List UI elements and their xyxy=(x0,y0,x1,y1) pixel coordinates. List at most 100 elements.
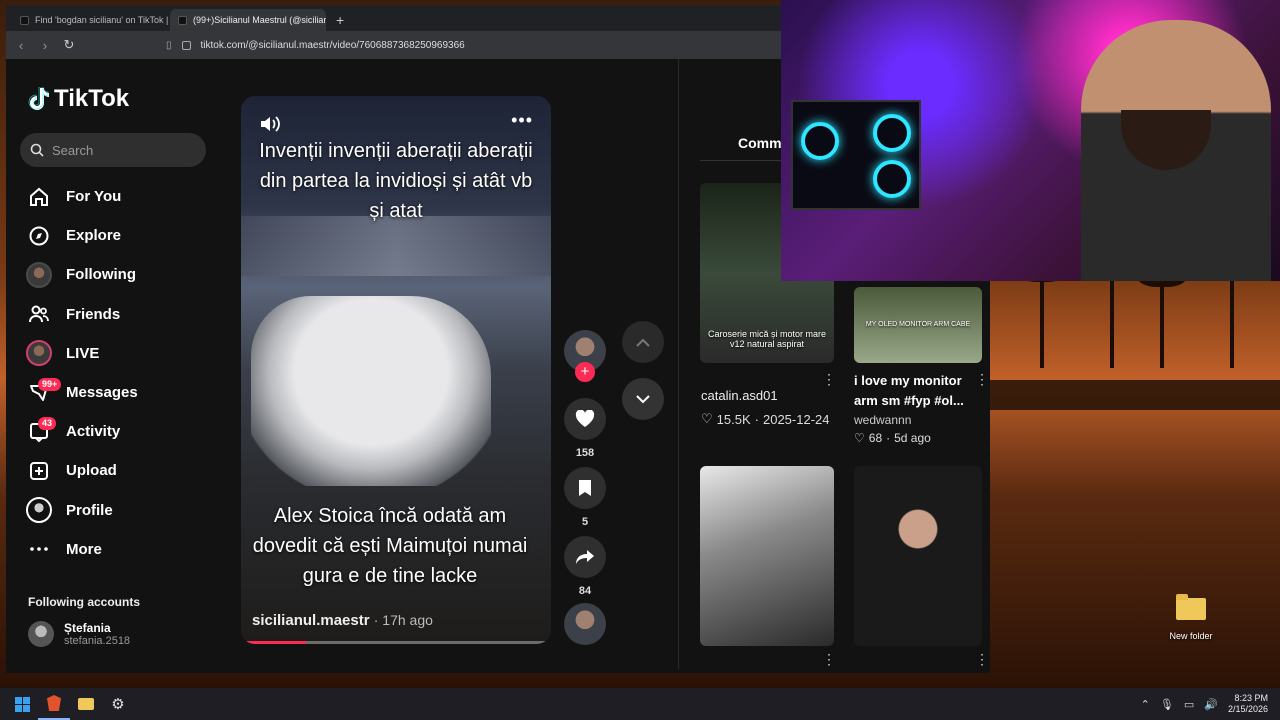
chevron-up-icon[interactable]: ⌃ xyxy=(1141,698,1150,711)
following-accounts-header: Following accounts xyxy=(28,595,141,609)
card-likes: 68 xyxy=(868,431,883,445)
pc-fan xyxy=(873,114,911,152)
desktop-new-folder[interactable]: New folder xyxy=(1164,594,1218,644)
nav-messages[interactable]: 99+ Messages xyxy=(24,373,224,412)
card-more-icon[interactable]: ⋮ xyxy=(822,651,836,668)
sound-avatar[interactable] xyxy=(564,603,606,645)
palm-tree xyxy=(1138,265,1186,368)
bookmark-icon[interactable]: ▯ xyxy=(166,40,172,51)
thumb-text: MY OLED MONITOR ARM CABE xyxy=(865,321,971,328)
card-separator: · xyxy=(886,431,891,445)
chevron-up-icon xyxy=(636,338,650,347)
taskbar: ⚙ ⌃ 🎙 ▭ 🔊 8:23 PM 2/15/2026 xyxy=(0,688,1280,720)
reload-button[interactable]: ↻ xyxy=(62,37,76,53)
related-video-thumb[interactable]: MY OLED MONITOR ARM CABE xyxy=(854,287,982,363)
tab-title: (99+)Sicilianul Maestrul (@siciliar xyxy=(193,15,326,25)
messages-badge: 99+ xyxy=(38,377,62,391)
video-progress[interactable] xyxy=(241,641,551,644)
back-button[interactable]: ‹ xyxy=(14,38,28,53)
thumb-text: Caroserie mică și motor mare v12 natural… xyxy=(707,329,827,349)
related-video-thumb[interactable] xyxy=(700,466,834,646)
pc-fan xyxy=(873,160,911,198)
messages-icon: 99+ xyxy=(26,377,62,406)
share-count: 84 xyxy=(578,585,592,597)
card-more-icon[interactable]: ⋮ xyxy=(975,651,989,668)
brave-icon xyxy=(47,695,61,711)
settings-taskbar-icon[interactable]: ⚙ xyxy=(102,688,134,720)
speaker-icon[interactable]: 🔊 xyxy=(1204,698,1218,711)
file-explorer-taskbar-icon[interactable] xyxy=(70,688,102,720)
webcam-overlay xyxy=(781,0,1280,281)
gear-icon: ⚙ xyxy=(111,696,125,713)
address-bar[interactable]: ▯ tiktok.com/@sicilianul.maestr/video/76… xyxy=(166,40,864,51)
share-arrow-icon xyxy=(576,550,594,564)
nav-label: Explore xyxy=(66,227,122,245)
search-bar[interactable] xyxy=(20,133,206,167)
card-title[interactable]: i love my monitor arm sm #fyp #ol... xyxy=(854,371,972,411)
search-input[interactable] xyxy=(52,142,202,158)
clock[interactable]: 8:23 PM 2/15/2026 xyxy=(1228,693,1268,715)
nav-label: Activity xyxy=(66,423,121,441)
author-name: sicilianul.maestr xyxy=(252,612,370,629)
nav-more[interactable]: More xyxy=(24,530,224,569)
tiktok-logo[interactable]: TikTok xyxy=(28,85,129,113)
browser-tab-active[interactable]: (99+)Sicilianul Maestrul (@siciliar × xyxy=(170,9,326,31)
nav-label: Messages xyxy=(66,384,138,402)
network-icon[interactable]: ▭ xyxy=(1184,698,1194,711)
tab-title: Find 'bogdan sicilianu' on TikTok | Tik xyxy=(35,15,168,25)
share-button[interactable] xyxy=(564,536,606,578)
nav-upload[interactable]: Upload xyxy=(24,451,224,490)
video-player[interactable]: ••• Invenții invenții aberații aberații … xyxy=(241,96,551,644)
following-account-item[interactable]: Ștefania stefania.2518 xyxy=(28,621,130,647)
nav-following[interactable]: Following xyxy=(24,255,224,294)
related-video-thumb[interactable] xyxy=(854,466,982,646)
card-author[interactable]: wedwannn xyxy=(854,413,911,427)
heart-outline-icon: ♡ xyxy=(854,431,865,445)
folder-icon xyxy=(1176,594,1206,620)
nav-activity[interactable]: 43 Activity xyxy=(24,412,224,451)
heart-icon xyxy=(575,410,595,427)
nav-label: Friends xyxy=(66,305,121,323)
heart-outline-icon: ♡ xyxy=(701,411,713,426)
nav-for-you[interactable]: For You xyxy=(24,177,224,216)
clock-date: 2/15/2026 xyxy=(1227,704,1268,714)
site-info-icon[interactable] xyxy=(181,40,191,50)
upload-icon xyxy=(26,458,52,484)
next-video-button[interactable] xyxy=(622,378,664,420)
microphone-icon[interactable]: 🎙 xyxy=(1160,698,1174,711)
card-more-icon[interactable]: ⋮ xyxy=(975,371,989,388)
windows-icon xyxy=(14,696,30,712)
video-author[interactable]: sicilianul.maestr · 17h ago xyxy=(252,612,433,629)
friends-icon xyxy=(26,301,52,327)
forward-button[interactable]: › xyxy=(38,38,52,53)
brave-taskbar-icon[interactable] xyxy=(38,688,70,720)
nav-profile[interactable]: Profile xyxy=(24,491,224,530)
desktop-icon-label: New folder xyxy=(1169,631,1213,641)
previous-video-button[interactable] xyxy=(622,321,664,363)
nav-label: More xyxy=(66,540,102,558)
nav-label: Upload xyxy=(66,462,117,480)
activity-badge: 43 xyxy=(38,416,57,430)
new-tab-button[interactable]: + xyxy=(328,12,352,31)
nav-friends[interactable]: Friends xyxy=(24,295,224,334)
card-separator: · xyxy=(754,411,759,427)
url-text: tiktok.com/@sicilianul.maestr/video/7606… xyxy=(200,39,465,51)
chevron-down-icon xyxy=(636,395,650,404)
nav-explore[interactable]: Explore xyxy=(24,216,224,255)
save-count: 5 xyxy=(581,516,589,528)
card-more-icon[interactable]: ⋮ xyxy=(822,371,836,388)
video-more-icon[interactable]: ••• xyxy=(511,110,533,131)
wallpaper-horizon xyxy=(990,380,1280,410)
system-tray: ⌃ 🎙 ▭ 🔊 8:23 PM 2/15/2026 xyxy=(1141,688,1268,720)
search-icon xyxy=(30,143,44,157)
like-count: 158 xyxy=(575,447,595,459)
card-author[interactable]: catalin.asd01 xyxy=(701,388,778,403)
nav-live[interactable]: LIVE xyxy=(24,334,224,373)
browser-tab-search[interactable]: Find 'bogdan sicilianu' on TikTok | Tik xyxy=(12,9,168,31)
follow-plus-icon[interactable]: + xyxy=(575,362,595,382)
sidebar: TikTok For You Explore Following xyxy=(6,59,231,673)
like-button[interactable] xyxy=(564,398,606,440)
start-button[interactable] xyxy=(6,688,38,720)
save-button[interactable] xyxy=(564,467,606,509)
pc-fan xyxy=(801,122,839,160)
